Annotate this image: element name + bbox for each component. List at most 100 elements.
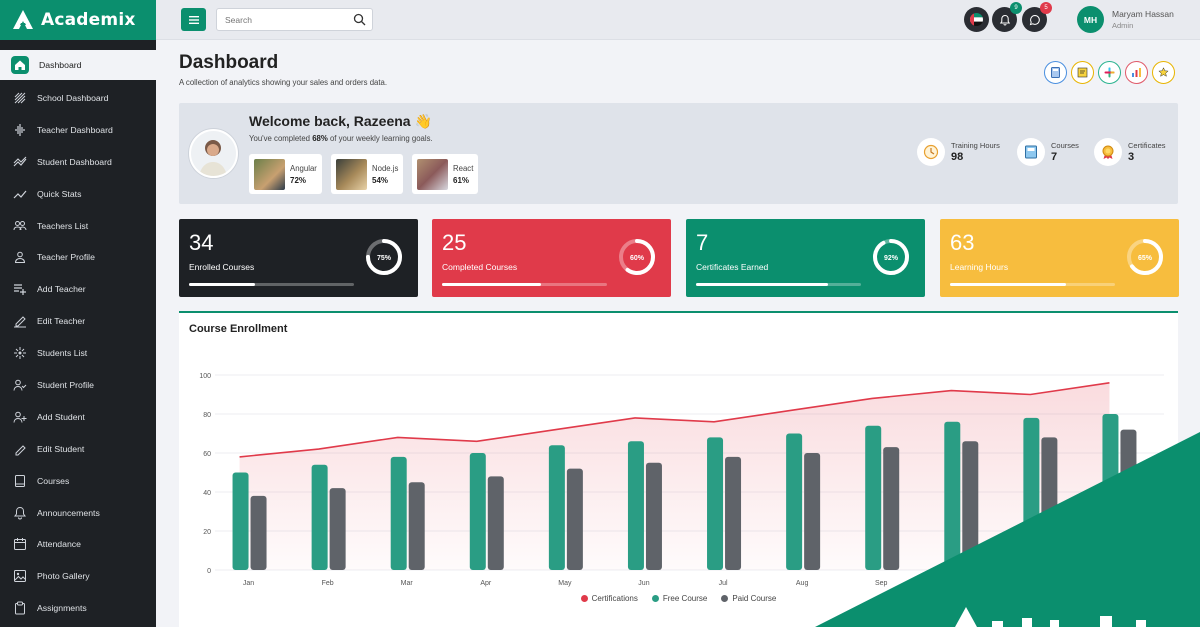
sidebar-item-student-dashboard[interactable]: Student Dashboard bbox=[0, 146, 156, 178]
welcome-title: Welcome back, Razeena 👋 bbox=[249, 113, 432, 129]
sidebar-item-photo-gallery[interactable]: Photo Gallery bbox=[0, 560, 156, 592]
sidebar-item-label: Teachers List bbox=[37, 220, 89, 231]
y-tick-label: 100 bbox=[199, 373, 211, 380]
user-menu[interactable]: MH Maryam Hassan Admin bbox=[1077, 6, 1174, 33]
analytics-button[interactable] bbox=[1125, 61, 1148, 84]
favorites-button[interactable] bbox=[1152, 61, 1175, 84]
ring-label: 65% bbox=[1138, 255, 1153, 262]
user-name: Maryam Hassan bbox=[1112, 9, 1174, 19]
bar-free-course bbox=[944, 421, 961, 570]
sidebar-item-add-student[interactable]: Add Student bbox=[0, 401, 156, 433]
card-progress-ring: 65% bbox=[1127, 239, 1163, 275]
bar-paid-course bbox=[883, 447, 900, 570]
course-name: React bbox=[453, 163, 474, 173]
legend-item[interactable]: Certifications bbox=[580, 594, 638, 603]
brand-name: Academix bbox=[41, 10, 136, 30]
x-tick-label: Sep bbox=[875, 580, 888, 587]
menu-toggle-button[interactable] bbox=[181, 8, 206, 31]
sidebar-item-label: Attendance bbox=[37, 539, 81, 550]
x-tick-label: Jan bbox=[243, 580, 254, 587]
stat-card-learning-hours[interactable]: 63 Learning Hours 65% bbox=[940, 219, 1179, 297]
ring-label: 60% bbox=[630, 255, 645, 262]
page-title: Dashboard bbox=[179, 52, 279, 73]
avatar: MH bbox=[1077, 6, 1104, 33]
bell-icon bbox=[13, 506, 27, 520]
y-tick-label: 0 bbox=[207, 568, 211, 575]
stat-card-enrolled-courses[interactable]: 34 Enrolled Courses 75% bbox=[179, 219, 418, 297]
sidebar-item-quick-stats[interactable]: Quick Stats bbox=[0, 178, 156, 210]
stat-label: Training Hours bbox=[951, 141, 1000, 150]
calendar-icon bbox=[13, 537, 27, 551]
bar-paid-course bbox=[408, 482, 425, 570]
ring-label: 75% bbox=[377, 255, 392, 262]
sidebar-item-dashboard[interactable]: Dashboard bbox=[0, 50, 156, 80]
legend-item[interactable]: Free Course bbox=[651, 594, 707, 603]
sidebar-item-label: Photo Gallery bbox=[37, 571, 90, 582]
sidebar-item-students-list[interactable]: Students List bbox=[0, 337, 156, 369]
student-dashboard-icon bbox=[13, 155, 27, 169]
sidebar-item-attendance[interactable]: Attendance bbox=[0, 528, 156, 560]
legend-item[interactable]: Paid Course bbox=[721, 594, 776, 603]
sidebar-nav: Dashboard School Dashboard Teacher Dashboa… bbox=[0, 50, 156, 624]
calculator-button[interactable] bbox=[1044, 61, 1067, 84]
school-icon bbox=[13, 91, 27, 105]
calculator-icon bbox=[1051, 67, 1060, 78]
legend-label: Paid Course bbox=[732, 594, 777, 603]
sidebar-item-teacher-dashboard[interactable]: Teacher Dashboard bbox=[0, 114, 156, 146]
sidebar-item-courses[interactable]: Courses bbox=[0, 465, 156, 497]
bar-free-course bbox=[390, 456, 407, 570]
notifications-button[interactable]: 9 bbox=[992, 2, 1022, 32]
bar-paid-course bbox=[487, 476, 504, 570]
brand[interactable]: Academix bbox=[0, 0, 156, 40]
course-chip-nodejs[interactable]: Node.js 54% bbox=[331, 154, 404, 194]
sidebar-item-label: Student Profile bbox=[37, 379, 94, 390]
slack-button[interactable] bbox=[1098, 61, 1121, 84]
stat-label: Certificates bbox=[1128, 141, 1166, 150]
bar-paid-course bbox=[566, 468, 583, 570]
stat-card-completed-courses[interactable]: 25 Completed Courses 60% bbox=[432, 219, 671, 297]
stat-training-hours: Training Hours 98 bbox=[917, 138, 1000, 166]
sticky-note-button[interactable] bbox=[1071, 61, 1094, 84]
x-tick-label: Apr bbox=[480, 580, 492, 587]
pencil-line-icon bbox=[13, 314, 27, 328]
stat-label: Courses bbox=[1051, 141, 1079, 150]
y-tick-label: 60 bbox=[203, 451, 211, 458]
weekly-goal-percent: 68% bbox=[312, 134, 328, 143]
language-flag-button[interactable] bbox=[964, 7, 989, 32]
bar-free-course bbox=[707, 437, 724, 570]
sidebar-item-teachers-list[interactable]: Teachers List bbox=[0, 210, 156, 242]
sidebar-item-edit-student[interactable]: Edit Student bbox=[0, 433, 156, 465]
search-icon[interactable] bbox=[353, 13, 366, 31]
card-value: 63 bbox=[950, 230, 975, 255]
sidebar-item-announcements[interactable]: Announcements bbox=[0, 497, 156, 529]
users-icon bbox=[13, 219, 27, 233]
sidebar-item-teacher-profile[interactable]: Teacher Profile bbox=[0, 241, 156, 273]
sticky-note-icon bbox=[1077, 67, 1088, 78]
home-icon bbox=[11, 56, 29, 74]
course-enrollment-card: Course Enrollment 0 20 40 60 80 100 Jan Feb Mar A… bbox=[179, 311, 1178, 627]
sidebar-item-edit-teacher[interactable]: Edit Teacher bbox=[0, 305, 156, 337]
enrollment-chart: 0 20 40 60 80 100 Jan Feb Mar Apr May Jun Jul Aug Sep bbox=[199, 373, 1164, 587]
x-tick-label: Jul bbox=[719, 580, 728, 587]
search-input[interactable] bbox=[225, 14, 350, 25]
card-progress-ring: 75% bbox=[366, 239, 402, 275]
bar-free-course bbox=[1023, 417, 1040, 570]
sidebar-item-student-profile[interactable]: Student Profile bbox=[0, 369, 156, 401]
sidebar-item-add-teacher[interactable]: Add Teacher bbox=[0, 273, 156, 305]
medal-icon bbox=[1094, 138, 1122, 166]
user-role: Admin bbox=[1112, 21, 1134, 30]
slack-icon bbox=[1104, 67, 1115, 78]
stat-card-certificates-earned[interactable]: 7 Certificates Earned 92% bbox=[686, 219, 925, 297]
sidebar-item-assignments[interactable]: Assignments bbox=[0, 592, 156, 624]
bar-free-course bbox=[548, 445, 565, 570]
x-tick-label: May bbox=[558, 580, 572, 587]
messages-button[interactable]: 5 bbox=[1022, 2, 1052, 32]
stat-certificates: Certificates 3 bbox=[1094, 138, 1166, 166]
chat-icon bbox=[1029, 14, 1040, 25]
course-chip-react[interactable]: React 61% bbox=[412, 154, 479, 194]
certifications-area bbox=[239, 382, 1110, 570]
sidebar-item-school-dashboard[interactable]: School Dashboard bbox=[0, 82, 156, 114]
bar-paid-course bbox=[1041, 437, 1058, 570]
hamburger-icon bbox=[188, 15, 199, 24]
course-chip-angular[interactable]: Angular 72% bbox=[249, 154, 322, 194]
